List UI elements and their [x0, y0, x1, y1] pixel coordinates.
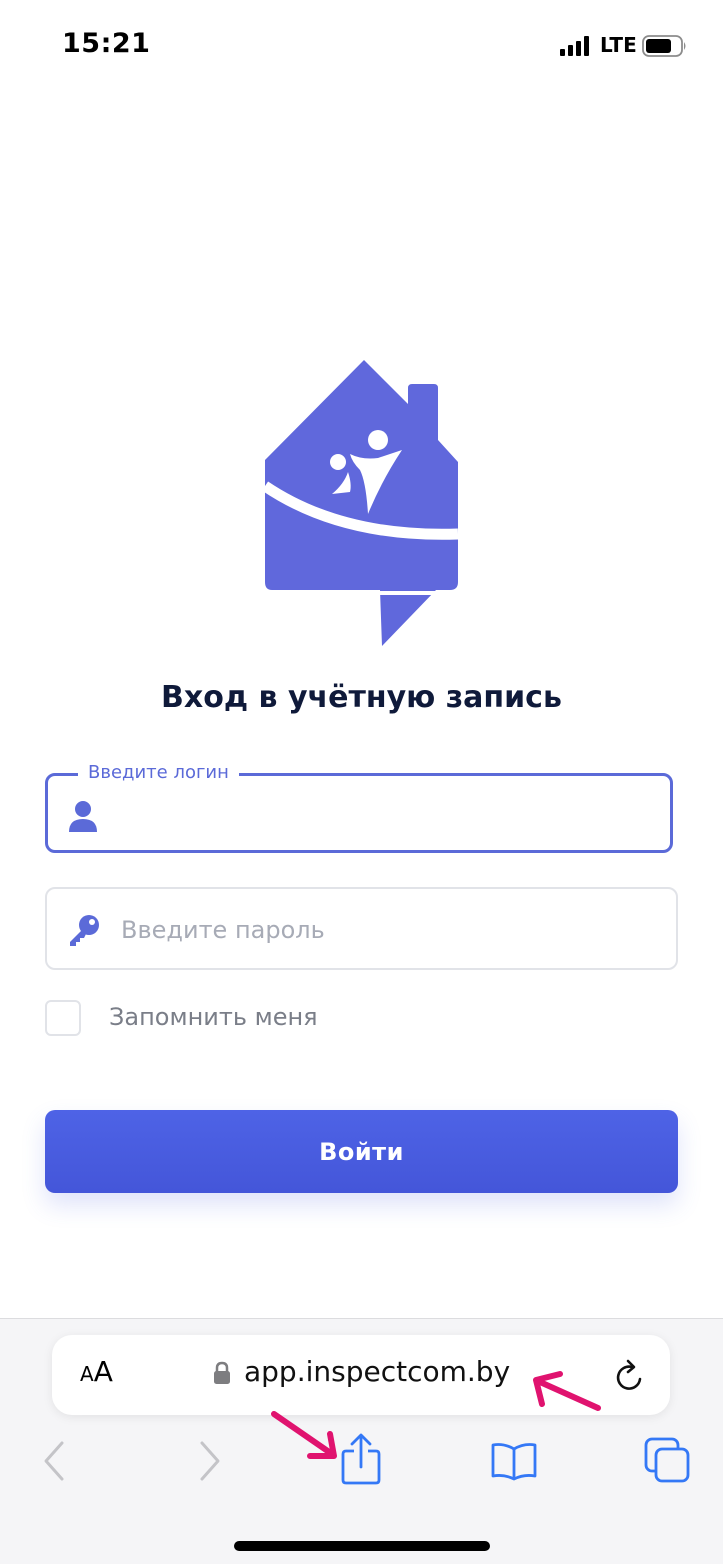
- annotation-arrow-share: [271, 1411, 337, 1459]
- login-button[interactable]: Войти: [45, 1110, 678, 1193]
- page-title: Вход в учётную запись: [161, 680, 562, 715]
- annotation-arrow-url: [533, 1371, 601, 1411]
- password-field[interactable]: [45, 887, 678, 970]
- login-screen: 15:21 LTE Вход в учётную запись Введите …: [0, 0, 723, 1564]
- back-icon[interactable]: [40, 1439, 68, 1483]
- login-field-label: Введите логин: [78, 762, 239, 783]
- browser-toolbar: AA app.inspectcom.by: [0, 1318, 723, 1564]
- network-label: LTE: [600, 33, 637, 57]
- text-size-button[interactable]: AA: [80, 1355, 113, 1388]
- key-icon: [70, 915, 99, 946]
- remember-checkbox[interactable]: [45, 1000, 81, 1036]
- login-input[interactable]: [118, 790, 662, 840]
- house-people-logo: [262, 360, 459, 646]
- bookmarks-icon[interactable]: [490, 1441, 538, 1481]
- text-size-large: A: [93, 1355, 113, 1388]
- status-time: 15:21: [62, 28, 151, 59]
- url-text[interactable]: app.inspectcom.by: [244, 1355, 510, 1388]
- home-indicator: [234, 1541, 490, 1551]
- share-icon[interactable]: [340, 1433, 382, 1485]
- remember-label[interactable]: Запомнить меня: [109, 1003, 318, 1031]
- reload-icon[interactable]: [614, 1359, 646, 1393]
- forward-icon[interactable]: [196, 1439, 224, 1483]
- battery-icon: [642, 35, 686, 57]
- lock-icon: [214, 1361, 230, 1384]
- password-input[interactable]: [119, 905, 663, 955]
- signal-icon: [560, 36, 589, 56]
- text-size-small: A: [80, 1362, 94, 1386]
- user-icon: [69, 801, 97, 832]
- login-field[interactable]: Введите логин: [45, 762, 673, 853]
- tabs-icon[interactable]: [644, 1437, 690, 1483]
- status-bar: 15:21 LTE: [0, 0, 723, 92]
